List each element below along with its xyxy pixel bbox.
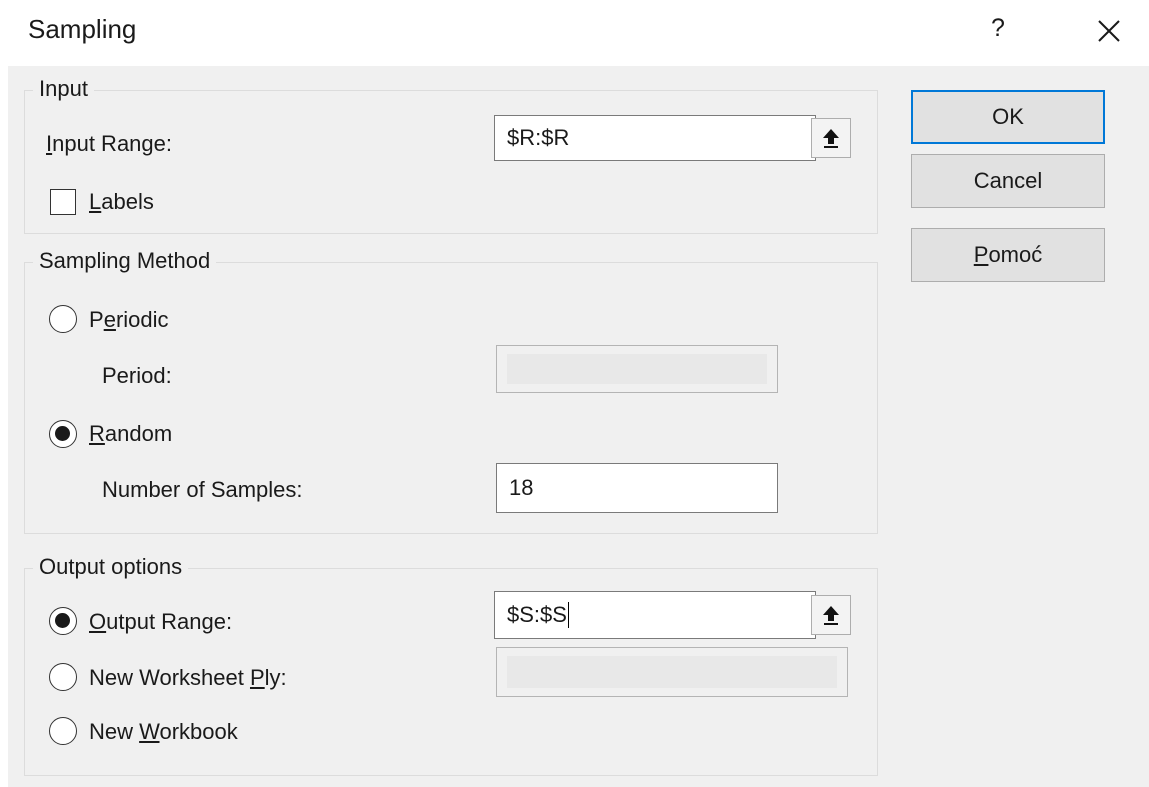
random-radio[interactable] [49,420,77,448]
dialog-body: Input Input Range: $R:$R Labels Sampling… [8,66,1149,787]
labels-checkbox[interactable] [50,189,76,215]
random-label: Random [89,421,173,446]
new-workbook-label: New Workbook [89,719,238,744]
periodic-radio[interactable] [49,305,77,333]
collapse-upload-icon [823,129,839,148]
number-of-samples-field[interactable]: 18 [496,463,778,513]
cancel-button[interactable]: Cancel [911,154,1105,208]
input-range-field[interactable]: $R:$R [494,115,816,161]
new-worksheet-ply-field[interactable] [496,647,848,697]
new-worksheet-ply-radio[interactable] [49,663,77,691]
sampling-method-legend: Sampling Method [33,248,217,274]
input-range-collapse-button[interactable] [811,118,851,158]
close-icon [1098,20,1120,42]
help-pomoc-button[interactable]: Pomoć [911,228,1105,282]
input-range-label: Input Range: [46,131,172,156]
output-range-label: Output Range: [89,609,233,634]
output-options-group: Output options Output Range: $S:$S New W… [24,554,878,776]
collapse-upload-icon [823,606,839,625]
close-button[interactable] [1092,14,1126,48]
labels-label: Labels [89,189,154,214]
dialog-title: Sampling [28,14,137,44]
periodic-label: Periodic [89,307,169,332]
output-range-field[interactable]: $S:$S [494,591,816,639]
title-bar: Sampling ? [0,0,1149,66]
text-caret [567,602,569,628]
input-legend: Input [33,76,94,102]
number-of-samples-label: Number of Samples: [102,477,303,502]
sampling-method-group: Sampling Method Periodic Period: Random … [24,248,878,534]
new-workbook-radio[interactable] [49,717,77,745]
new-worksheet-ply-label: New Worksheet Ply: [89,665,287,690]
ok-button[interactable]: OK [911,90,1105,144]
output-options-legend: Output options [33,554,189,580]
help-button[interactable]: ? [983,14,1013,43]
output-range-collapse-button[interactable] [811,595,851,635]
output-range-radio[interactable] [49,607,77,635]
period-field[interactable] [496,345,778,393]
input-group: Input Input Range: $R:$R Labels [24,76,878,234]
period-label: Period: [102,363,172,388]
